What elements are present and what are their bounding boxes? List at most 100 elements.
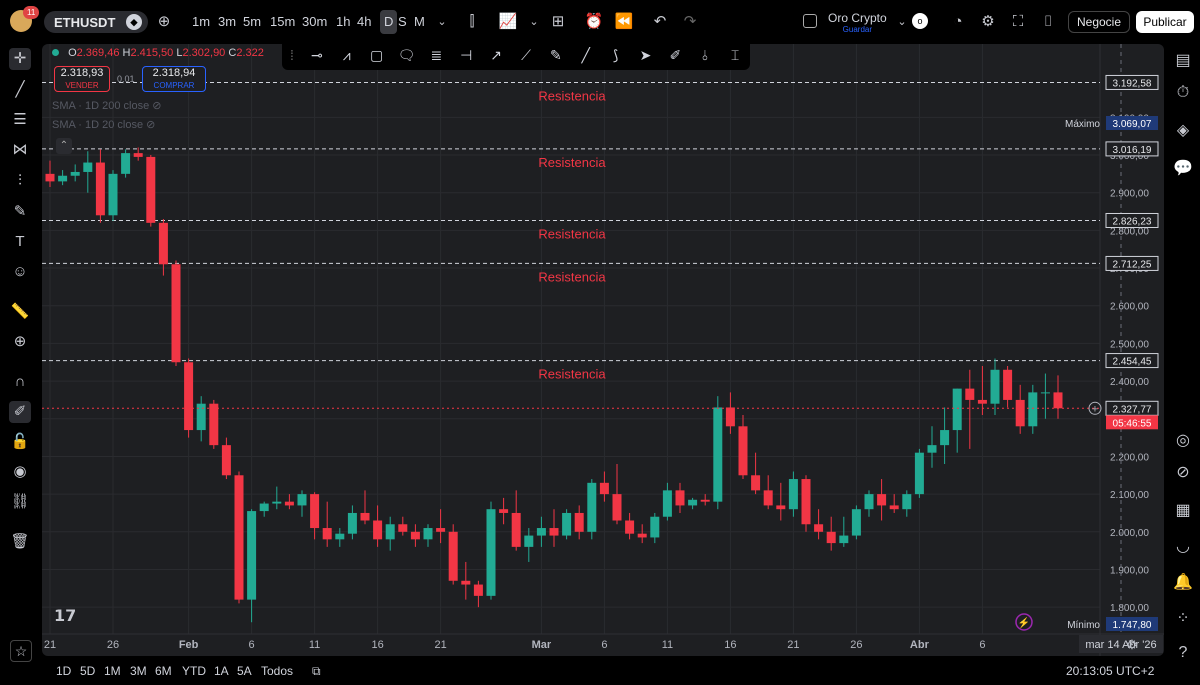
range-6m[interactable]: 6M	[155, 664, 172, 678]
collapse-legend-icon[interactable]: ⌃	[56, 138, 72, 154]
candle-body	[1053, 392, 1063, 409]
chevron-down-icon[interactable]: ⌄	[524, 12, 544, 32]
account-selector[interactable]: Oro Crypto Guardar	[828, 11, 887, 34]
chevron-down-icon[interactable]: ⌄	[432, 12, 452, 32]
account-badge[interactable]: o	[912, 13, 928, 29]
zoom-icon[interactable]: ⊕	[9, 331, 31, 353]
bell-icon[interactable]: 🔔	[1172, 572, 1194, 594]
alert-icon[interactable]: ⏰	[584, 12, 604, 32]
account-checkbox-icon[interactable]	[803, 14, 817, 28]
timeframe-3m[interactable]: 3m	[218, 14, 236, 29]
indicators-icon[interactable]: 📈	[498, 12, 518, 32]
settings-icon[interactable]: ⚙	[978, 12, 998, 32]
eye-icon[interactable]: ◉	[9, 461, 31, 483]
comment-icon[interactable]: 🗨	[392, 47, 422, 64]
lock-drawing-icon[interactable]: ✐	[9, 401, 31, 423]
lock-icon[interactable]: 🔓	[9, 431, 31, 453]
arrow-icon[interactable]: ↗	[481, 47, 511, 64]
favorite-star-icon[interactable]: ☆	[10, 640, 32, 662]
axis-settings-icon: ⚙	[1126, 637, 1138, 652]
vertical-line-icon[interactable]: ⫰	[690, 47, 720, 64]
timeframe-4h[interactable]: 4h	[357, 14, 371, 29]
speed-icon[interactable]: ◔	[948, 12, 968, 32]
cursor-icon[interactable]: ➤	[631, 47, 661, 64]
price-chart[interactable]: 1.800,00 1.900,00 2.000,00 2.100,00 2.200,00…	[42, 44, 1164, 656]
forecast-icon[interactable]: ⫶	[9, 170, 31, 192]
trade-button[interactable]: Negocie	[1068, 11, 1130, 33]
text-icon[interactable]: T	[9, 231, 31, 253]
timeframe-d[interactable]: D	[380, 10, 398, 34]
range-1d[interactable]: 1D	[56, 664, 71, 678]
trendline-icon[interactable]: ╱	[9, 79, 31, 101]
link-icon[interactable]: ⛓	[9, 491, 31, 513]
pen-icon[interactable]: ✎	[541, 47, 571, 64]
candle-body	[826, 531, 836, 544]
publish-button[interactable]: Publicar	[1136, 11, 1194, 33]
add-symbol-icon[interactable]: ⊕	[154, 12, 174, 32]
timeframe-15m[interactable]: 15m	[270, 14, 295, 29]
replay-icon[interactable]: ⏪	[614, 12, 634, 32]
trend-icon[interactable]: ⊘	[1172, 462, 1194, 484]
redo-icon[interactable]: ↷	[680, 12, 700, 32]
price-range-icon[interactable]: ⌶	[720, 47, 750, 64]
layouts-icon[interactable]: ⊞	[548, 12, 568, 32]
undo-icon[interactable]: ↶	[650, 12, 670, 32]
pattern-icon[interactable]: ⋈	[9, 139, 31, 161]
timeframe-1h[interactable]: 1h	[336, 14, 350, 29]
polyline-icon[interactable]: ⟆	[601, 47, 631, 64]
candle-body	[146, 156, 156, 223]
range-5a[interactable]: 5A	[237, 664, 252, 678]
highlighter-icon[interactable]: ✐	[660, 47, 690, 64]
hidden-eye-icon[interactable]: ⊘	[152, 100, 161, 112]
chevron-down-icon[interactable]: ⌄	[892, 12, 912, 32]
range-todos[interactable]: Todos	[261, 664, 293, 678]
hidden-eye-icon[interactable]: ⊘	[146, 119, 155, 131]
apps-icon[interactable]: ⁘	[1172, 608, 1194, 630]
help-icon[interactable]: ?	[1172, 642, 1194, 664]
layers-icon[interactable]: ◈	[1172, 120, 1194, 142]
sell-button[interactable]: 2.318,93 VENDER	[54, 66, 110, 92]
chart-area[interactable]: 1.800,00 1.900,00 2.000,00 2.100,00 2.200,00…	[42, 44, 1164, 656]
ruler-icon[interactable]: 📏	[9, 301, 31, 323]
drag-handle-icon[interactable]: ⁞	[282, 47, 302, 63]
timeframe-5m[interactable]: 5m	[243, 14, 261, 29]
candles-icon[interactable]: ⫿	[462, 12, 482, 32]
symbol-search[interactable]: ETHUSDT ◆	[44, 11, 148, 33]
magnet-icon[interactable]: ∩	[9, 371, 31, 393]
date-range-icon[interactable]: ⧉	[312, 664, 321, 679]
range-5d[interactable]: 5D	[80, 664, 95, 678]
buy-button[interactable]: 2.318,94 COMPRAR	[142, 66, 206, 92]
target-icon[interactable]: ◎	[1172, 430, 1194, 452]
rectangle-icon[interactable]: ▢	[362, 47, 392, 64]
timeframe-m[interactable]: M	[414, 14, 425, 29]
range-1m[interactable]: 1M	[104, 664, 121, 678]
sma-20-legend[interactable]: SMA · 1D 20 close ⊘	[52, 118, 155, 131]
lines-icon[interactable]: ≣	[421, 47, 451, 64]
measure-icon[interactable]: ⊣	[451, 47, 481, 64]
fullscreen-icon[interactable]: ⛶	[1008, 12, 1028, 32]
brush-icon[interactable]: ✎	[9, 201, 31, 223]
alerts-clock-icon[interactable]: ⏱	[1172, 82, 1194, 104]
diamond-icon[interactable]: ◆	[126, 14, 142, 30]
camera-icon[interactable]: ⌷	[1038, 12, 1058, 32]
stream-icon[interactable]: ◡	[1172, 536, 1194, 558]
timeframe-30m[interactable]: 30m	[302, 14, 327, 29]
range-ytd[interactable]: YTD	[182, 664, 206, 678]
ray-icon[interactable]: ╱	[571, 47, 601, 64]
emoji-icon[interactable]: ☺	[9, 261, 31, 283]
timeframe-s[interactable]: S	[398, 14, 407, 29]
range-3m[interactable]: 3M	[130, 664, 147, 678]
range-1a[interactable]: 1A	[214, 664, 229, 678]
sma-200-legend[interactable]: SMA · 1D 200 close ⊘	[52, 99, 162, 112]
path-icon[interactable]: ⩘	[332, 47, 362, 64]
trash-icon[interactable]: 🗑	[9, 531, 31, 553]
watchlist-icon[interactable]: ▤	[1172, 50, 1194, 72]
chat-icon[interactable]: 💬	[1172, 158, 1194, 180]
fib-extension-icon[interactable]: ⟋	[511, 47, 541, 64]
candle-body	[902, 494, 912, 510]
crosshair-icon[interactable]: ✛	[9, 48, 31, 70]
horizontal-line-icon[interactable]: ⊸	[302, 47, 332, 64]
timeframe-1m[interactable]: 1m	[192, 14, 210, 29]
fib-icon[interactable]: ☰	[9, 109, 31, 131]
calendar-icon[interactable]: ▦	[1172, 500, 1194, 522]
